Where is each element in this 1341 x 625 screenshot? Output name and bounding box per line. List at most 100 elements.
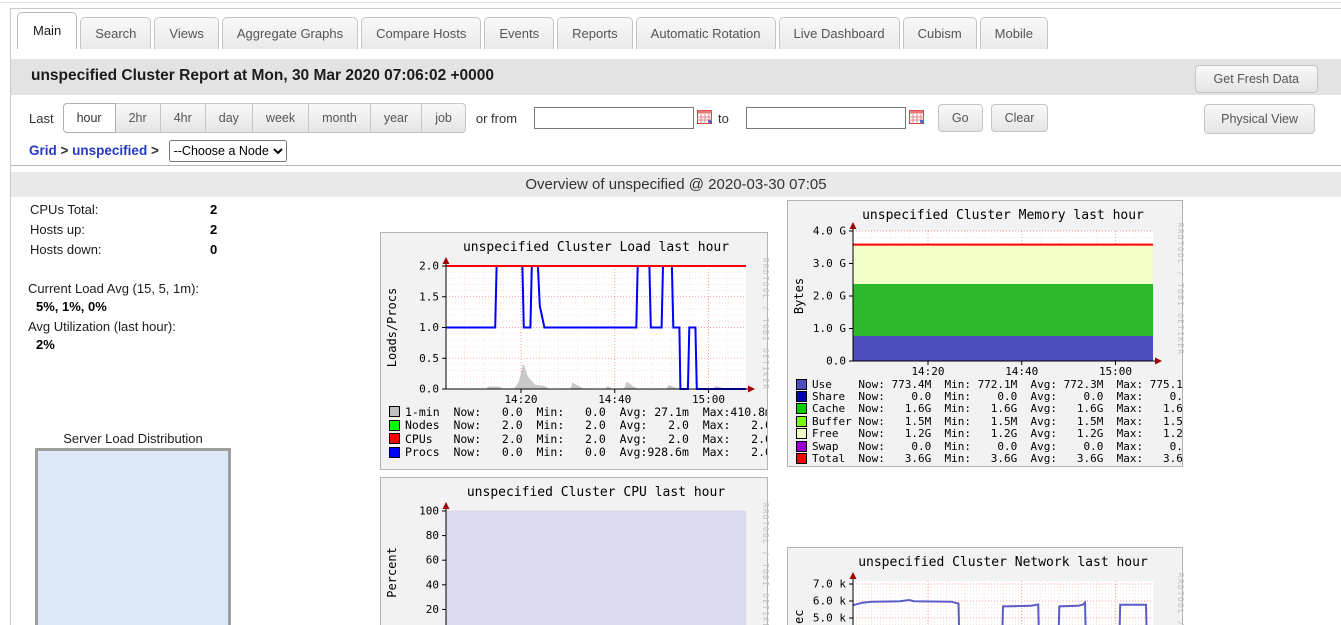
svg-text:unspecified Cluster Network la: unspecified Cluster Network last hour [858, 555, 1148, 570]
svg-text:20: 20 [426, 603, 439, 616]
legend-swatch-icon [796, 403, 807, 415]
calendar-icon[interactable] [697, 109, 713, 127]
legend-swatch-icon [796, 415, 807, 427]
legend-row-nodes: Nodes Now: 2.0 Min: 2.0 Avg: 2.0 Max: 2.… [389, 418, 767, 433]
tab-automatic-rotation[interactable]: Automatic Rotation [635, 17, 776, 49]
svg-text:Bytes: Bytes [792, 278, 806, 314]
or-from-label: or from [475, 110, 518, 126]
range-button-2hr[interactable]: 2hr [114, 103, 161, 133]
legend-text: Buffer Now: 1.5M Min: 1.5M Avg: 1.5M Max… [812, 414, 1182, 428]
range-button-month[interactable]: month [308, 103, 371, 133]
from-date-input[interactable] [534, 107, 695, 129]
server-load-distribution-title: Server Load Distribution [63, 431, 203, 446]
graph-legend: 1-min Now: 0.0 Min: 0.0 Avg: 27.1m Max:4… [389, 405, 767, 459]
svg-text:2.0 G: 2.0 G [813, 290, 846, 303]
to-date-input[interactable] [745, 107, 906, 129]
breadcrumb: Grid > unspecified > --Choose a Node [29, 140, 287, 162]
legend-row-free: Free Now: 1.2G Min: 1.2G Avg: 1.2G Max: … [796, 427, 1182, 440]
legend-text: CPUs Now: 2.0 Min: 2.0 Avg: 2.0 Max: 2.0 [405, 431, 767, 446]
breadcrumb-separator: > [60, 143, 73, 158]
section-divider [11, 165, 1341, 166]
svg-text:60: 60 [426, 554, 439, 567]
legend-row-cache: Cache Now: 1.6G Min: 1.6G Avg: 1.6G Max:… [796, 402, 1182, 416]
svg-text:3.0 G: 3.0 G [813, 257, 846, 270]
window-top-divider [0, 2, 1341, 3]
server-load-distribution-box [35, 448, 231, 625]
util-value: 2% [36, 337, 55, 352]
tab-aggregate-graphs[interactable]: Aggregate Graphs [221, 17, 359, 49]
main-tab-bar: Main Search Views Aggregate Graphs Compare H… [17, 12, 1051, 49]
legend-row-cpus: CPUs Now: 2.0 Min: 2.0 Avg: 2.0 Max: 2.0 [389, 432, 767, 446]
tab-search[interactable]: Search [80, 17, 152, 49]
choose-node-select[interactable]: --Choose a Node [168, 140, 287, 162]
range-button-day[interactable]: day [204, 103, 253, 133]
svg-text:0.0: 0.0 [419, 383, 439, 396]
legend-text: Use Now: 773.4M Min: 772.1M Avg: 772.3M … [812, 378, 1182, 391]
cluster-report-band: unspecified Cluster Report at Mon, 30 Ma… [11, 59, 1341, 95]
tab-views[interactable]: Views [154, 17, 219, 49]
svg-text:14:20: 14:20 [911, 365, 944, 378]
graph-legend: Use Now: 773.4M Min: 772.1M Avg: 772.3M … [796, 378, 1182, 465]
range-button-group: hour 2hr 4hr day week month year job [62, 103, 466, 133]
svg-text:Loads/Procs: Loads/Procs [385, 288, 399, 367]
tab-live-dashboard[interactable]: Live Dashboard [778, 17, 900, 49]
legend-text: 1-min Now: 0.0 Min: 0.0 Avg: 27.1m Max:4… [405, 405, 767, 419]
graph-unspecified-cluster-memory-last-hour[interactable]: 0.0 1.0 G 2.0 G 3.0 G 4.0 G 14:20 14:40 15:00 un… [787, 200, 1184, 467]
legend-swatch-icon [389, 406, 400, 418]
calendar-icon[interactable] [908, 109, 924, 127]
legend-swatch-icon [796, 391, 807, 403]
svg-text:6.0 k: 6.0 k [813, 594, 846, 607]
svg-text:1.5: 1.5 [419, 290, 439, 303]
svg-text:14:40: 14:40 [1005, 365, 1038, 378]
legend-swatch-icon [389, 433, 400, 445]
legend-text: Nodes Now: 2.0 Min: 2.0 Avg: 2.0 Max: 2.… [405, 418, 767, 433]
tab-main[interactable]: Main [17, 12, 78, 49]
breadcrumb-cluster-link[interactable]: unspecified [72, 143, 147, 158]
legend-swatch-icon [796, 453, 807, 465]
legend-row-total: Total Now: 3.6G Min: 3.6G Avg: 3.6G Max:… [796, 452, 1182, 465]
svg-text:40: 40 [426, 578, 439, 591]
last-label: Last [29, 110, 54, 126]
range-button-4hr[interactable]: 4hr [159, 103, 206, 133]
tab-reports[interactable]: Reports [557, 17, 633, 49]
stat-label: Hosts up: [30, 222, 85, 237]
legend-row-share: Share Now: 0.0 Min: 0.0 Avg: 0.0 Max: 0.… [796, 390, 1182, 403]
legend-swatch-icon [796, 428, 807, 440]
graph-unspecified-cluster-network-last-hour[interactable]: 5.0 k6.0 k7.0 k14:2014:4015:00unspecifie… [787, 547, 1184, 625]
svg-text:4.0 G: 4.0 G [813, 225, 846, 238]
svg-text:80: 80 [426, 529, 439, 542]
svg-text:0.0: 0.0 [826, 355, 846, 368]
get-fresh-data-button[interactable]: Get Fresh Data [1194, 65, 1318, 93]
svg-text:7.0 k: 7.0 k [813, 577, 846, 590]
tab-cubism[interactable]: Cubism [902, 17, 977, 49]
clear-button[interactable]: Clear [990, 104, 1049, 132]
breadcrumb-separator: > [150, 143, 163, 158]
legend-text: Cache Now: 1.6G Min: 1.6G Avg: 1.6G Max:… [812, 402, 1182, 416]
legend-row-1-min: 1-min Now: 0.0 Min: 0.0 Avg: 27.1m Max:4… [389, 405, 767, 419]
tab-mobile[interactable]: Mobile [979, 17, 1048, 49]
range-button-week[interactable]: week [251, 103, 310, 133]
legend-text: Swap Now: 0.0 Min: 0.0 Avg: 0.0 Max: 0.0 [812, 439, 1182, 453]
graph-unspecified-cluster-load-last-hour[interactable]: 0.0 0.5 1.0 1.5 2.0 14:20 14:40 15:00 unspecifie… [380, 232, 769, 470]
legend-swatch-icon [389, 446, 400, 458]
go-button[interactable]: Go [937, 104, 983, 132]
breadcrumb-grid-link[interactable]: Grid [29, 143, 57, 158]
tab-events[interactable]: Events [484, 17, 555, 49]
stat-label: Hosts down: [30, 242, 102, 257]
tab-compare-hosts[interactable]: Compare Hosts [361, 17, 482, 49]
stat-value: 2 [210, 202, 218, 217]
range-button-year[interactable]: year [369, 103, 423, 133]
graph-unspecified-cluster-cpu-last-hour[interactable]: 2040608010014:2014:4015:00unspecified Cl… [380, 477, 769, 625]
overview-band: Overview of unspecified @ 2020-03-30 07:… [11, 172, 1341, 197]
legend-row-use: Use Now: 773.4M Min: 772.1M Avg: 772.3M … [796, 378, 1182, 391]
stat-value: 2 [210, 222, 218, 237]
svg-text:1.0 G: 1.0 G [813, 322, 846, 335]
legend-swatch-icon [796, 440, 807, 452]
physical-view-button[interactable]: Physical View [1204, 104, 1315, 134]
range-button-hour[interactable]: hour [62, 103, 116, 133]
load-avg-value: 5%, 1%, 0% [36, 299, 107, 314]
legend-row-swap: Swap Now: 0.0 Min: 0.0 Avg: 0.0 Max: 0.0 [796, 439, 1182, 453]
time-range-controls: Last hour 2hr 4hr day week month year job or fr… [29, 103, 1049, 133]
svg-text:100: 100 [419, 505, 439, 518]
range-button-job[interactable]: job [421, 103, 466, 133]
